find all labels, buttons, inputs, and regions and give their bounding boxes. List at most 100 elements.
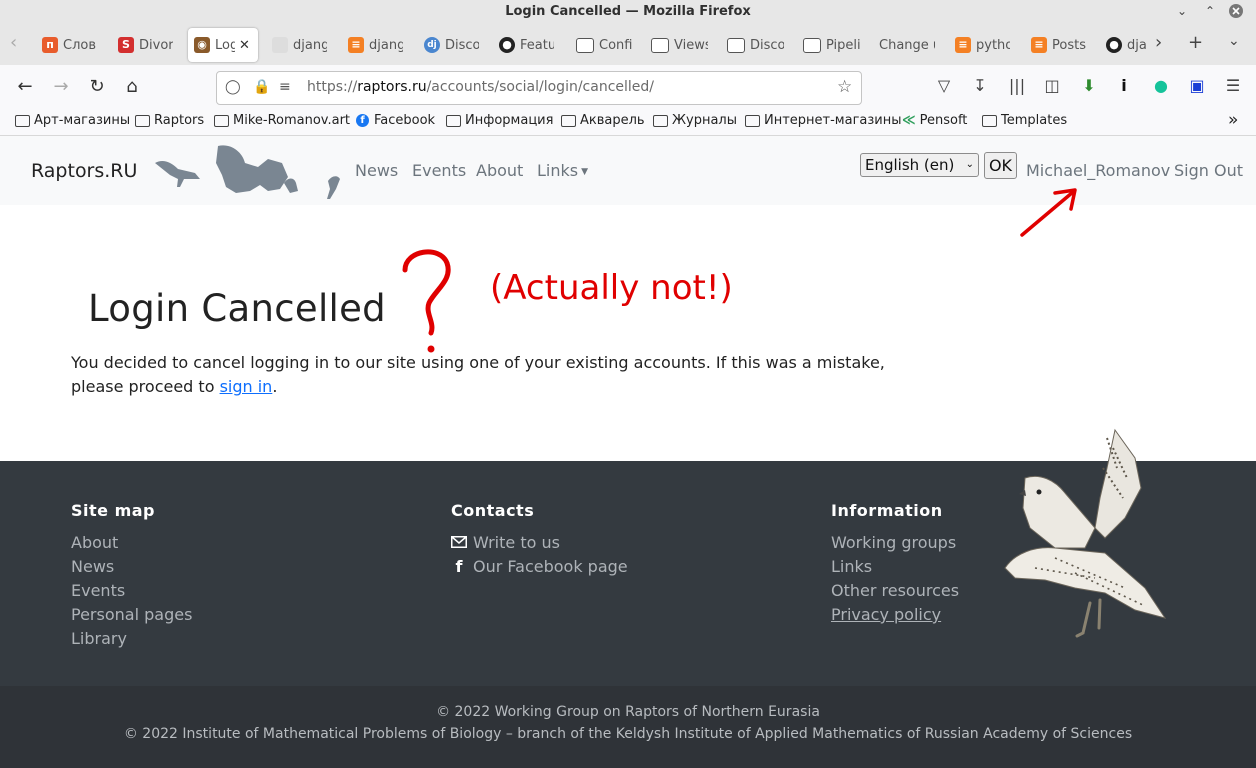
tab-10[interactable]: Pipeli (803, 28, 860, 62)
sign-out-link[interactable]: Sign Out (1174, 161, 1243, 180)
facebook-icon: f (455, 557, 463, 576)
url-text[interactable]: https://raptors.ru/accounts/social/login… (307, 79, 654, 95)
bookmark-folder[interactable]: Mike-Romanov.art (214, 113, 350, 128)
save-extension-icon[interactable]: ▣ (1186, 76, 1208, 95)
folder-icon (446, 114, 461, 127)
tab-active[interactable]: ◉ Log ✕ (188, 28, 258, 62)
lock-icon[interactable]: 🔒 (253, 79, 270, 95)
tab-label: Pipeli (826, 37, 860, 53)
nav-links-label: Links (537, 161, 579, 180)
user-profile-link[interactable]: Michael_Romanov (1026, 161, 1170, 180)
tab-label: pytho (976, 37, 1010, 53)
footer-working-groups-link[interactable]: Working groups (831, 533, 956, 552)
bookmark-folder[interactable]: Интернет-магазины (745, 113, 902, 128)
download-extension-icon[interactable]: ⬇ (1078, 76, 1100, 95)
cube-favicon-icon (272, 37, 288, 53)
new-tab-icon[interactable]: + (1188, 32, 1203, 53)
library-icon[interactable]: ||| (1006, 76, 1028, 95)
tabs-scroll-left-icon[interactable]: ‹ (10, 32, 17, 53)
footer-write-link[interactable]: Write to us (451, 533, 560, 552)
annotation-arrow-icon (1020, 188, 1077, 237)
doc-icon (651, 37, 669, 53)
extension-i-icon[interactable]: i (1113, 76, 1135, 95)
footer-other-resources-link[interactable]: Other resources (831, 581, 959, 600)
grammarly-icon[interactable]: ● (1150, 76, 1172, 95)
page-title: Login Cancelled (88, 287, 386, 330)
bookmark-label: Facebook (374, 113, 436, 128)
pensoft-icon: ≪ (902, 113, 916, 128)
close-tab-icon[interactable]: ✕ (239, 38, 250, 53)
reload-icon[interactable]: ↻ (86, 77, 108, 97)
s-favicon-icon: S (118, 37, 134, 53)
forward-icon[interactable]: → (50, 77, 72, 97)
bookmark-folder[interactable]: Templates (982, 113, 1067, 128)
tab-4[interactable]: ≡ djang (348, 28, 403, 62)
bookmark-folder[interactable]: Акварель (561, 113, 645, 128)
url-prefix: https:// (307, 79, 358, 95)
bookmark-star-icon[interactable]: ☆ (837, 77, 852, 97)
bookmark-label: Акварель (580, 113, 645, 128)
url-bar[interactable]: ◯ 🔒 ≡ https://raptors.ru/accounts/social… (216, 71, 862, 105)
language-select[interactable]: English (en) ⌄ (860, 153, 979, 177)
more-bookmarks-icon[interactable]: » (1228, 110, 1238, 130)
footer-events-link[interactable]: Events (71, 581, 125, 600)
bookmark-item[interactable]: f Facebook (356, 113, 435, 128)
tab-11[interactable]: Change u (879, 28, 935, 62)
site-brand[interactable]: Raptors.RU (31, 160, 137, 182)
sidebar-icon[interactable]: ◫ (1041, 76, 1063, 95)
tab-label: Featu (520, 37, 554, 53)
bookmark-item[interactable]: ≪ Pensoft (902, 113, 967, 128)
url-host: raptors.ru (357, 79, 427, 95)
permissions-icon[interactable]: ≡ (279, 79, 291, 95)
navigation-toolbar: ← → ↻ ⌂ ◯ 🔒 ≡ https://raptors.ru/account… (0, 65, 1256, 109)
tab-label: Change u (879, 37, 935, 53)
restore-icon[interactable]: ⌃ (1201, 4, 1219, 18)
nav-about-link[interactable]: About (476, 161, 523, 180)
list-all-tabs-icon[interactable]: ⌄ (1228, 33, 1240, 49)
tab-6[interactable]: ● Featu (499, 28, 554, 62)
sitemap-heading: Site map (71, 501, 155, 520)
tab-12[interactable]: ≡ pytho (955, 28, 1010, 62)
minimize-icon[interactable]: ⌄ (1173, 4, 1191, 18)
back-icon[interactable]: ← (14, 77, 36, 97)
bookmark-folder[interactable]: Арт-магазины (15, 113, 130, 128)
copyright-line-1: © 2022 Working Group on Raptors of North… (436, 704, 820, 720)
footer-library-link[interactable]: Library (71, 629, 127, 648)
bookmark-folder[interactable]: Журналы (653, 113, 737, 128)
shield-icon[interactable]: ◯ (225, 79, 241, 95)
raptors-silhouette-logo (155, 145, 340, 199)
nav-links-dropdown[interactable]: Links ▼ (537, 161, 588, 180)
tab-14[interactable]: ● dja (1106, 28, 1147, 62)
tab-3[interactable]: djang (272, 28, 327, 62)
tabs-scroll-right-icon[interactable]: › (1155, 32, 1162, 53)
menu-icon[interactable]: ☰ (1222, 76, 1244, 95)
sign-in-link[interactable]: sign in (220, 377, 273, 396)
pocket-icon[interactable]: ▽ (933, 76, 955, 95)
nav-events-link[interactable]: Events (412, 161, 466, 180)
tab-13[interactable]: ≡ Posts (1031, 28, 1086, 62)
chevron-down-icon: ⌄ (965, 159, 974, 170)
tab-8[interactable]: Views (651, 28, 708, 62)
tab-0[interactable]: п Слов (42, 28, 97, 62)
close-window-icon[interactable] (1227, 3, 1245, 22)
bookmark-folder[interactable]: Информация (446, 113, 553, 128)
footer-personal-pages-link[interactable]: Personal pages (71, 605, 192, 624)
footer-privacy-policy-link[interactable]: Privacy policy (831, 605, 941, 624)
footer-write-label: Write to us (473, 533, 560, 552)
tab-1[interactable]: S Divor (118, 28, 173, 62)
footer-links-link[interactable]: Links (831, 557, 872, 576)
language-ok-button[interactable]: OK (984, 152, 1017, 179)
tab-label: djang (293, 37, 327, 53)
tab-9[interactable]: Disco (727, 28, 784, 62)
downloads-icon[interactable]: ↧ (969, 76, 991, 95)
bookmark-folder[interactable]: Raptors (135, 113, 204, 128)
footer-facebook-link[interactable]: f Our Facebook page (451, 557, 628, 576)
tab-5[interactable]: dj Disco (424, 28, 479, 62)
footer-news-link[interactable]: News (71, 557, 114, 576)
nav-news-link[interactable]: News (355, 161, 398, 180)
tab-7[interactable]: Confi (576, 28, 633, 62)
home-icon[interactable]: ⌂ (121, 77, 143, 97)
bookmark-label: Templates (1001, 113, 1068, 128)
facebook-icon: f (356, 114, 369, 127)
footer-about-link[interactable]: About (71, 533, 118, 552)
